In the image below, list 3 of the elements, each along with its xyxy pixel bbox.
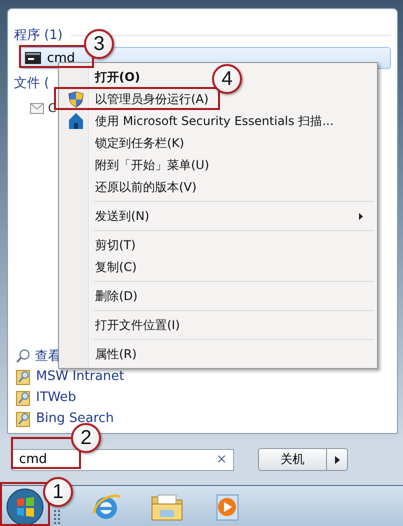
callout-tooltip: 1 bbox=[43, 477, 73, 507]
section-heading: 文件 ( bbox=[14, 75, 50, 92]
section-heading: 程序 (1) bbox=[14, 27, 63, 44]
